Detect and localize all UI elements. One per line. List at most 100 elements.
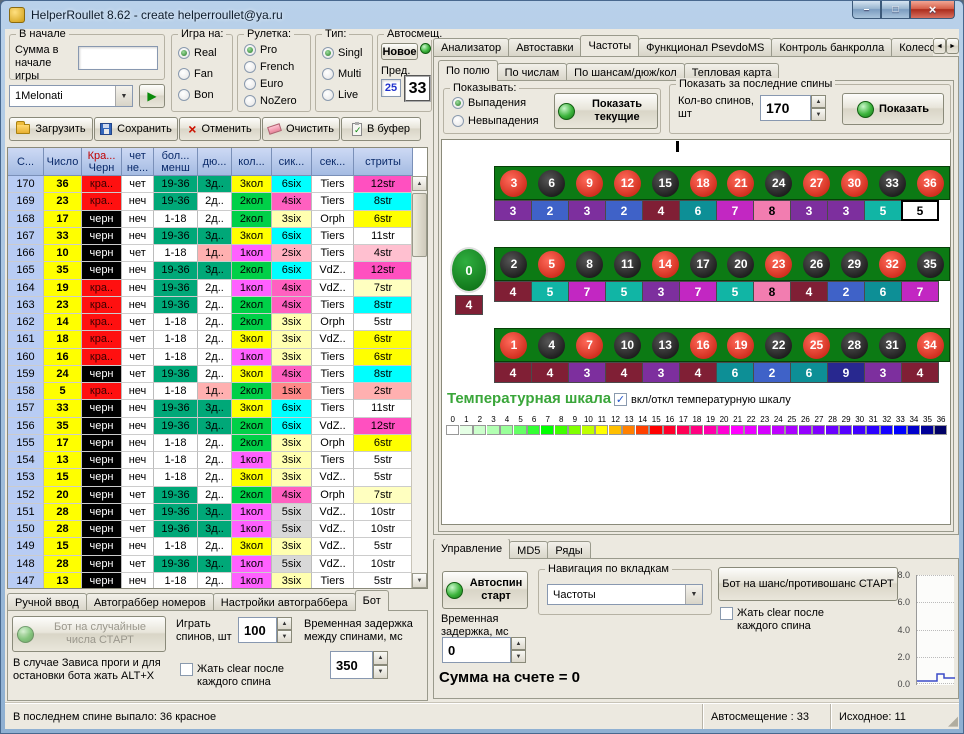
- spin-down-icon[interactable]: ▼: [811, 108, 826, 121]
- table-row[interactable]: 16535черннеч19-363д..2кол6sixVdZ..12str: [8, 262, 427, 279]
- table-row[interactable]: 16118кра..чет1-182д..3кол3sixVdZ..6str: [8, 331, 427, 348]
- table-row[interactable]: 15128чернчет19-363д..1кол5sixVdZ..10str: [8, 504, 427, 521]
- minimize-button[interactable]: –: [852, 1, 881, 19]
- radio-real[interactable]: Real: [178, 47, 217, 59]
- table-row[interactable]: 14915черннеч1-182д..3кол3sixVdZ..5str: [8, 538, 427, 555]
- table-row[interactable]: 15635черннеч19-363д..2кол6sixVdZ..12str: [8, 418, 427, 435]
- radio-multi[interactable]: Multi: [322, 68, 361, 80]
- spin-down-icon[interactable]: ▼: [277, 630, 292, 643]
- tab-scroll-right-icon[interactable]: ►: [946, 38, 959, 54]
- column-header[interactable]: дю...: [198, 148, 232, 176]
- radio-hits[interactable]: Выпадения: [452, 97, 526, 109]
- radio-live[interactable]: Live: [322, 89, 358, 101]
- close-button[interactable]: ×: [910, 1, 955, 19]
- table-row[interactable]: 16733черннеч19-363д..3кол6sixTiers11str: [8, 228, 427, 245]
- tab-manual-input[interactable]: Ручной ввод: [7, 593, 87, 611]
- radio-euro[interactable]: Euro: [244, 78, 283, 90]
- table-row[interactable]: 15028чернчет19-363д..1кол5sixVdZ..10str: [8, 521, 427, 538]
- column-header[interactable]: четне...: [122, 148, 154, 176]
- column-header[interactable]: бол...менш: [154, 148, 198, 176]
- save-button[interactable]: Сохранить: [94, 117, 178, 141]
- resize-grip[interactable]: ◢: [948, 713, 958, 729]
- radio-fan[interactable]: Fan: [178, 68, 213, 80]
- tab-rows[interactable]: Ряды: [547, 541, 590, 559]
- start-sum-input[interactable]: [78, 46, 158, 70]
- tab-autograbber[interactable]: Автограббер номеров: [86, 593, 214, 611]
- table-row[interactable]: 16419кра..неч19-362д..1кол4sixVdZ..7str: [8, 280, 427, 297]
- radio-french[interactable]: French: [244, 61, 294, 73]
- radio-misses[interactable]: Невыпадения: [452, 115, 539, 127]
- radio-singl[interactable]: Singl: [322, 47, 362, 59]
- new-button[interactable]: Новое: [381, 43, 418, 60]
- table-row[interactable]: 16817черннеч1-182д..2кол3sixOrph6str: [8, 211, 427, 228]
- spin-down-icon[interactable]: ▼: [511, 650, 526, 663]
- tab-analyzer[interactable]: Анализатор: [433, 38, 509, 56]
- spins-show-count-stepper[interactable]: 170 ▲▼: [760, 95, 826, 121]
- table-row[interactable]: 14828чернчет19-363д..1кол5sixVdZ..10str: [8, 556, 427, 573]
- chevron-down-icon[interactable]: ▼: [685, 585, 702, 604]
- column-header[interactable]: сек...: [312, 148, 354, 176]
- table-row[interactable]: 15413черннеч1-182д..1кол3sixTiers5str: [8, 452, 427, 469]
- show-current-button[interactable]: Показать текущие: [554, 93, 658, 129]
- table-row[interactable]: 16923кра..неч19-362д..2кол4sixTiers8str: [8, 193, 427, 210]
- tab-scroll-left-icon[interactable]: ◄: [933, 38, 946, 54]
- table-row[interactable]: 16214кра..чет1-182д..2кол3sixOrph5str: [8, 314, 427, 331]
- load-button[interactable]: Загрузить: [9, 117, 93, 141]
- scroll-down-icon[interactable]: ▼: [412, 573, 427, 588]
- buffer-button[interactable]: В буфер: [341, 117, 421, 141]
- table-row[interactable]: 16323кра..неч19-362д..2кол4sixTiers8str: [8, 297, 427, 314]
- spin-down-icon[interactable]: ▼: [373, 665, 388, 679]
- tab-autobets[interactable]: Автоставки: [508, 38, 581, 56]
- column-header[interactable]: сик...: [272, 148, 312, 176]
- spins-count-stepper[interactable]: 100 ▲▼: [238, 617, 292, 643]
- subtab-by-chances[interactable]: По шансам/дюж/кол: [566, 63, 685, 81]
- tab-bot[interactable]: Бот: [355, 590, 389, 611]
- maximize-button[interactable]: □: [881, 1, 910, 19]
- delay-stepper[interactable]: 0 ▲▼: [442, 637, 526, 663]
- table-row[interactable]: 15220чернчет19-362д..2кол4sixOrph7str: [8, 487, 427, 504]
- table-row[interactable]: 1585кра..неч1-181д..2кол1sixTiers2str: [8, 383, 427, 400]
- tab-frequencies[interactable]: Частоты: [580, 35, 639, 56]
- undo-button[interactable]: ×Отменить: [179, 117, 261, 141]
- table-row[interactable]: 15315черннеч1-182д..3кол3sixVdZ..5str: [8, 469, 427, 486]
- spin-up-icon[interactable]: ▲: [511, 637, 526, 650]
- subtab-by-numbers[interactable]: По числам: [497, 63, 568, 81]
- table-row[interactable]: 15924чернчет19-362д..3кол4sixTiers8str: [8, 366, 427, 383]
- tab-pseudoms[interactable]: Функционал PsevdoMS: [638, 38, 772, 56]
- radio-nozero[interactable]: NoZero: [244, 95, 297, 107]
- scroll-up-icon[interactable]: ▲: [412, 176, 427, 191]
- table-scrollbar[interactable]: ▲ ▼: [411, 176, 427, 588]
- random-bot-start-button[interactable]: Бот на случайные числа СТАРТ: [12, 616, 166, 652]
- table-row[interactable]: 14713черннеч1-182д..1кол3sixTiers5str: [8, 573, 427, 589]
- table-row[interactable]: 15733черннеч19-363д..3кол6sixTiers11str: [8, 400, 427, 417]
- spin-delay-stepper[interactable]: 350 ▲▼: [330, 651, 388, 679]
- spin-up-icon[interactable]: ▲: [277, 617, 292, 630]
- play-button[interactable]: ▶: [139, 84, 165, 108]
- subtab-by-field[interactable]: По полю: [438, 60, 498, 81]
- chevron-down-icon[interactable]: ▼: [115, 86, 132, 106]
- column-header[interactable]: кол...: [232, 148, 272, 176]
- titlebar[interactable]: HelperRoullet 8.62 - create helperroulle…: [1, 1, 963, 29]
- chance-bot-start-button[interactable]: Бот на шанс/противошанс СТАРТ: [718, 567, 898, 601]
- bot-clear-checkbox[interactable]: Жать clear после каждого спина: [180, 663, 310, 689]
- preset-combobox[interactable]: 1Melonati ▼: [9, 85, 133, 107]
- control-clear-checkbox[interactable]: Жать clear после каждого спина: [720, 607, 856, 633]
- table-row[interactable]: 15517черннеч1-182д..2кол3sixOrph6str: [8, 435, 427, 452]
- temperature-checkbox[interactable]: ✓ вкл/откл температурную шкалу: [614, 393, 791, 406]
- autospin-start-button[interactable]: Автоспин старт: [442, 571, 528, 609]
- column-header[interactable]: С...: [8, 148, 44, 176]
- column-header[interactable]: стриты: [354, 148, 413, 176]
- tab-wheel[interactable]: Колесо: [891, 38, 933, 56]
- tab-control[interactable]: Управление: [433, 539, 510, 559]
- clear-button[interactable]: Очистить: [262, 117, 340, 141]
- spin-up-icon[interactable]: ▲: [373, 651, 388, 665]
- show-button[interactable]: Показать: [842, 93, 944, 125]
- tab-bankroll[interactable]: Контроль банкролла: [771, 38, 892, 56]
- tab-autograbber-settings[interactable]: Настройки автограббера: [213, 593, 356, 611]
- scrollbar-thumb[interactable]: [412, 193, 427, 257]
- table-row[interactable]: 16610чернчет1-181д..1кол2sixTiers4str: [8, 245, 427, 262]
- spin-up-icon[interactable]: ▲: [811, 95, 826, 108]
- table-row[interactable]: 17036кра..чет19-363д..3кол6sixTiers12str: [8, 176, 427, 193]
- tab-md5[interactable]: MD5: [509, 541, 548, 559]
- radio-pro[interactable]: Pro: [244, 44, 277, 56]
